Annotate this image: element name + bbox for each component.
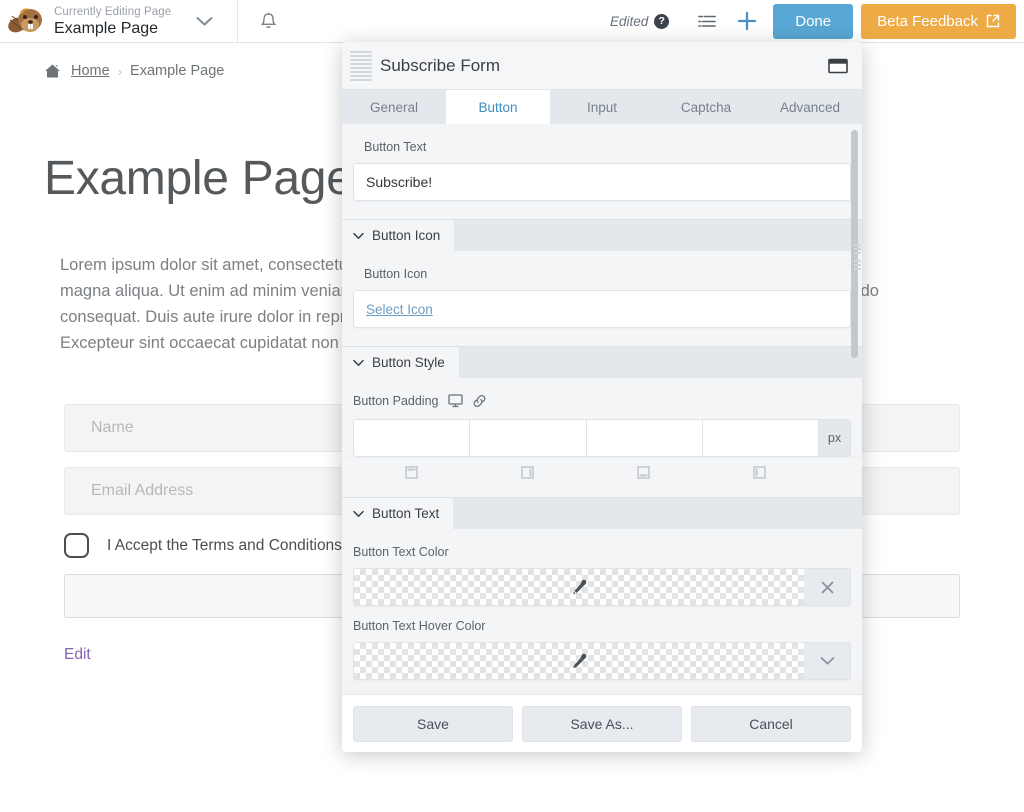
button-text-hover-color-picker[interactable]: [353, 642, 851, 680]
drag-handle-icon[interactable]: [350, 49, 372, 83]
button-icon-selector[interactable]: Select Icon: [353, 290, 851, 328]
button-padding-inputs: px: [342, 419, 862, 457]
padding-left-icon[interactable]: [702, 466, 818, 479]
button-icon-field-group: Button Icon Select Icon: [342, 251, 862, 346]
app-root: Currently Editing Page Example Page Edit…: [0, 0, 1024, 812]
button-text-section-toggle[interactable]: Button Text: [342, 498, 453, 529]
resize-handle-icon[interactable]: [854, 244, 861, 270]
terms-checkbox[interactable]: [64, 533, 89, 558]
tab-general[interactable]: General: [342, 90, 446, 124]
button-text-color-label: Button Text Color: [342, 545, 862, 559]
breadcrumb-separator: ›: [118, 64, 122, 79]
chevron-down-icon: [196, 16, 213, 27]
button-style-section-label: Button Style: [372, 355, 445, 370]
chevron-down-icon: [353, 510, 364, 518]
eyedropper-icon: [570, 652, 589, 671]
done-button[interactable]: Done: [773, 4, 853, 39]
tab-advanced[interactable]: Advanced: [758, 90, 862, 124]
button-text-field-group: Button Text Subscribe!: [342, 124, 862, 219]
modal-tabs: General Button Input Captcha Advanced: [342, 90, 862, 124]
button-icon-section-toggle[interactable]: Button Icon: [342, 220, 454, 251]
padding-top-input[interactable]: [353, 419, 469, 457]
external-link-icon: [986, 14, 1000, 28]
button-text-color-clear[interactable]: [804, 569, 850, 605]
button-icon-label: Button Icon: [353, 267, 851, 281]
topbar-actions: Edited ? Done Beta Feedback: [610, 0, 1024, 42]
button-style-section-toggle[interactable]: Button Style: [342, 347, 459, 378]
section-header-button-icon: Button Icon: [342, 219, 862, 251]
module-settings-modal: Subscribe Form General Button Input Capt…: [342, 42, 862, 752]
chevron-down-icon: [353, 232, 364, 240]
padding-right-input[interactable]: [469, 419, 585, 457]
editing-page-titleblock: Currently Editing Page Example Page: [50, 0, 171, 42]
home-icon: [44, 63, 61, 79]
editing-page-name: Example Page: [54, 19, 171, 38]
button-text-hover-color-swatch[interactable]: [354, 643, 804, 679]
modal-header: Subscribe Form: [342, 42, 862, 90]
terms-label: I Accept the Terms and Conditions: [107, 537, 342, 555]
modal-title: Subscribe Form: [380, 56, 500, 76]
chevron-down-icon: [353, 359, 364, 367]
select-icon-link[interactable]: Select Icon: [366, 302, 433, 317]
tab-input[interactable]: Input: [550, 90, 654, 124]
link-chain-icon: [472, 394, 487, 408]
edited-label: Edited: [610, 14, 648, 29]
section-header-button-text: Button Text: [342, 497, 862, 529]
help-icon[interactable]: ?: [654, 14, 669, 29]
breadcrumb-home-link[interactable]: Home: [71, 63, 110, 79]
button-text-hover-color-expand[interactable]: [804, 643, 850, 679]
tab-captcha[interactable]: Captcha: [654, 90, 758, 124]
save-button[interactable]: Save: [353, 706, 513, 742]
chevron-down-icon: [820, 656, 835, 666]
button-icon-section-label: Button Icon: [372, 228, 440, 243]
beaver-logo-icon[interactable]: [0, 0, 50, 42]
eyedropper-icon: [570, 578, 589, 597]
padding-side-indicators: [342, 457, 862, 479]
maximize-window-icon[interactable]: [828, 58, 848, 74]
beta-feedback-label: Beta Feedback: [877, 13, 978, 30]
add-content-button[interactable]: [727, 0, 767, 43]
padding-bottom-input[interactable]: [586, 419, 702, 457]
page-selector-dropdown[interactable]: [171, 0, 237, 42]
modal-footer: Save Save As... Cancel: [342, 694, 862, 752]
plus-icon: [736, 10, 758, 32]
button-padding-group: Button Padding: [342, 378, 862, 497]
button-text-color-group: Button Text Color: [342, 529, 862, 680]
outline-list-icon: [697, 13, 717, 30]
bell-icon: [260, 12, 277, 31]
modal-body: Button Text Subscribe! Button Icon Butto…: [342, 124, 862, 694]
padding-left-input[interactable]: [702, 419, 818, 457]
section-header-button-style: Button Style: [342, 346, 862, 378]
desktop-monitor-icon: [448, 394, 463, 408]
tab-button[interactable]: Button: [446, 90, 550, 124]
padding-unit-select[interactable]: px: [818, 419, 851, 457]
breadcrumb-current: Example Page: [130, 63, 224, 79]
button-text-color-swatch[interactable]: [354, 569, 804, 605]
button-padding-labelrow: Button Padding: [342, 394, 862, 419]
padding-top-icon[interactable]: [353, 466, 469, 479]
padding-right-icon[interactable]: [469, 466, 585, 479]
button-text-color-picker[interactable]: [353, 568, 851, 606]
save-as-button[interactable]: Save As...: [522, 706, 682, 742]
button-text-input[interactable]: Subscribe!: [353, 163, 851, 201]
close-x-icon: [819, 579, 836, 596]
button-text-label: Button Text: [353, 140, 851, 154]
padding-bottom-icon[interactable]: [586, 466, 702, 479]
topbar-spacer: [299, 0, 610, 42]
beta-feedback-button[interactable]: Beta Feedback: [861, 4, 1016, 39]
button-text-section-label: Button Text: [372, 506, 439, 521]
notifications-button[interactable]: [237, 0, 299, 42]
editing-eyebrow: Currently Editing Page: [54, 5, 171, 19]
button-padding-label: Button Padding: [353, 394, 439, 408]
button-text-hover-color-label: Button Text Hover Color: [342, 619, 862, 633]
settings-scroll-pane: Button Text Subscribe! Button Icon Butto…: [342, 124, 862, 694]
edited-status: Edited ?: [610, 14, 669, 29]
cancel-button[interactable]: Cancel: [691, 706, 851, 742]
builder-topbar: Currently Editing Page Example Page Edit…: [0, 0, 1024, 43]
outline-panel-button[interactable]: [687, 0, 727, 43]
